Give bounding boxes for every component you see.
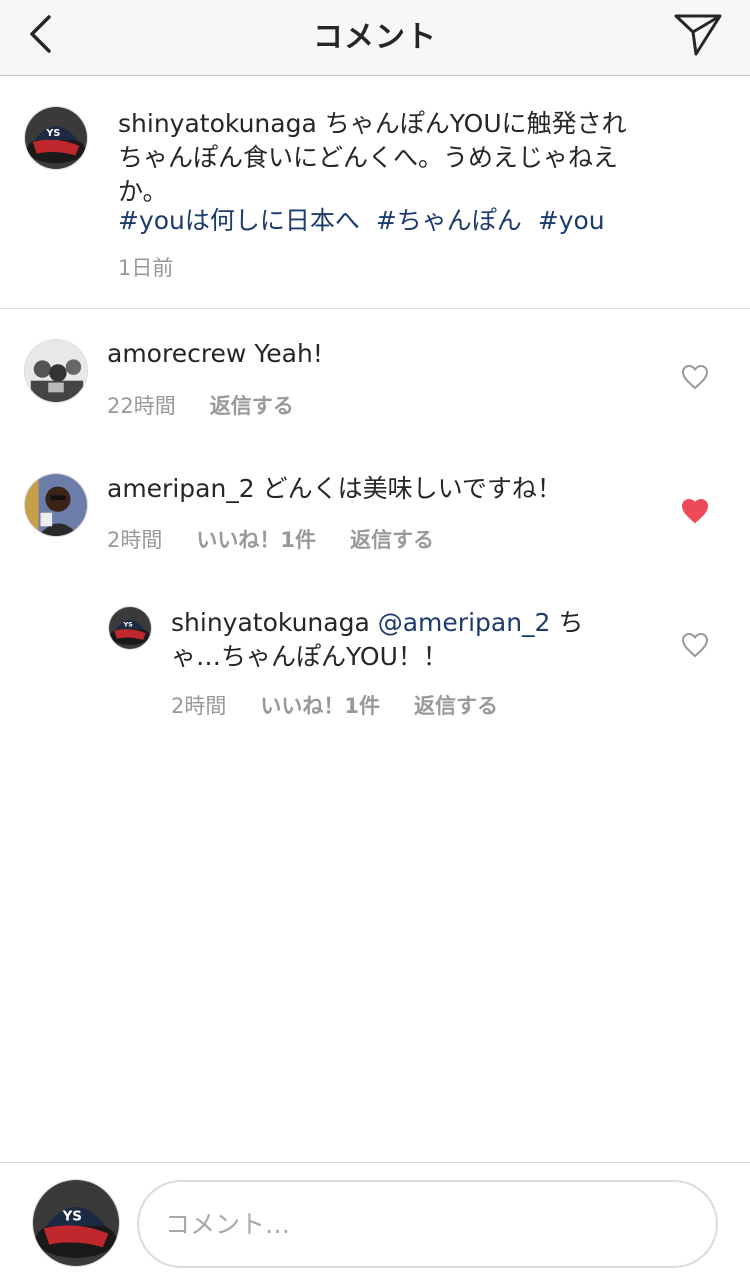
- avatar[interactable]: YS: [108, 606, 152, 650]
- avatar[interactable]: [24, 473, 88, 537]
- post-caption: YS shinyatokunaga ちゃんぽんYOUに触発されちゃんぽん食いにど…: [0, 77, 750, 309]
- mention-link[interactable]: @ameripan_2: [378, 608, 551, 637]
- share-button[interactable]: [672, 10, 724, 58]
- caption-username[interactable]: shinyatokunaga: [118, 109, 317, 138]
- heart-outline-icon[interactable]: [681, 632, 709, 658]
- svg-text:YS: YS: [122, 621, 133, 629]
- comment-timestamp: 2時間: [107, 528, 163, 552]
- comment-text: shinyatokunaga @ameripan_2 ちゃ…ちゃんぽんYOU！！: [171, 606, 621, 674]
- reply-button[interactable]: 返信する: [210, 390, 294, 420]
- avatar-cap-image: YS: [25, 107, 87, 169]
- hashtag-link[interactable]: #ちゃんぽん: [376, 206, 522, 235]
- heart-filled-icon[interactable]: [681, 498, 709, 524]
- avatar-cap-image: YS: [33, 1180, 119, 1266]
- avatar-cap-image: YS: [109, 607, 151, 649]
- hashtag-link[interactable]: #you: [538, 206, 605, 235]
- likes-count[interactable]: いいね！1件: [260, 690, 380, 720]
- comment-text: amorecrew Yeah!: [107, 337, 647, 371]
- comment-body: Yeah!: [254, 339, 323, 368]
- avatar-group-photo: [25, 340, 87, 402]
- heart-outline-icon[interactable]: [681, 364, 709, 390]
- svg-text:YS: YS: [62, 1209, 82, 1224]
- hashtag-link[interactable]: #youは何しに日本へ: [118, 206, 360, 235]
- navigation-bar: コメント: [0, 0, 750, 76]
- caption-hashtags: #youは何しに日本へ #ちゃんぽん #you: [118, 201, 613, 237]
- comment-input[interactable]: [137, 1180, 718, 1268]
- likes-count[interactable]: いいね！1件: [196, 524, 316, 554]
- caption-timestamp: 1日前: [118, 256, 174, 280]
- avatar[interactable]: YS: [24, 106, 88, 170]
- comment-meta: 22時間 返信する: [107, 390, 294, 420]
- reply-button[interactable]: 返信する: [414, 690, 498, 720]
- comment-timestamp: 22時間: [107, 394, 176, 418]
- comment-text: ameripan_2 どんくは美味しいですね！: [107, 472, 647, 506]
- caption-text: shinyatokunaga ちゃんぽんYOUに触発されちゃんぽん食いにどんくへ…: [118, 107, 638, 209]
- comment-composer: YS: [0, 1162, 750, 1282]
- page-title: コメント: [313, 20, 437, 55]
- avatar: YS: [32, 1179, 120, 1267]
- comment-username[interactable]: ameripan_2: [107, 474, 255, 503]
- comment-body: どんくは美味しいですね！: [262, 474, 562, 503]
- comment-username[interactable]: amorecrew: [107, 339, 246, 368]
- avatar-portrait-photo: [25, 474, 87, 536]
- comment-username[interactable]: shinyatokunaga: [171, 608, 370, 637]
- reply-button[interactable]: 返信する: [350, 524, 434, 554]
- comment-timestamp: 2時間: [171, 694, 227, 718]
- avatar[interactable]: [24, 339, 88, 403]
- svg-text:YS: YS: [45, 128, 60, 139]
- paper-plane-icon: [674, 14, 722, 56]
- comment-meta: 2時間 いいね！1件 返信する: [107, 524, 434, 554]
- comment-meta: 2時間 いいね！1件 返信する: [171, 690, 498, 720]
